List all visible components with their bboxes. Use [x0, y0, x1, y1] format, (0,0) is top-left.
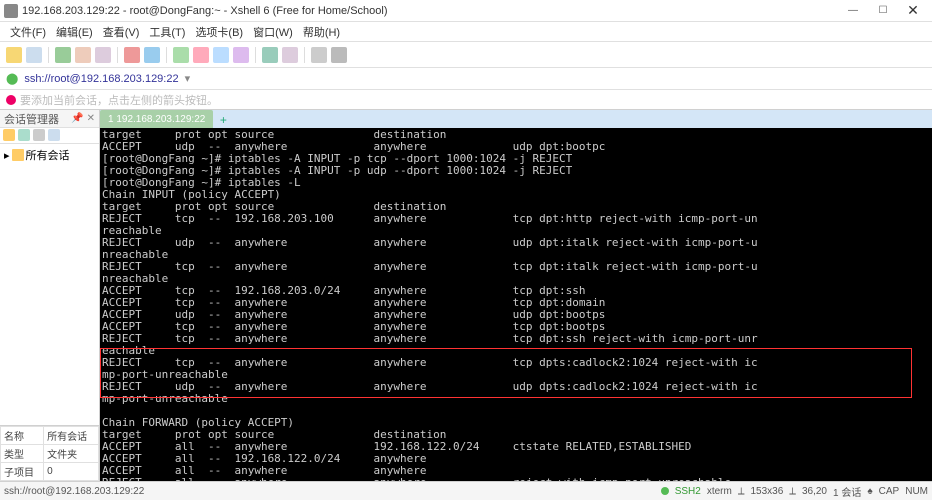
menubar: 文件(F) 编辑(E) 查看(V) 工具(T) 选项卡(B) 窗口(W) 帮助(… [0, 22, 932, 42]
tree-item-label: 所有会话 [26, 147, 70, 163]
open-icon[interactable] [26, 47, 42, 63]
prop-child-val: 0 [44, 463, 99, 481]
menu-window[interactable]: 窗口(W) [249, 24, 297, 40]
hint-text: 要添加当前会话，点击左侧的箭头按钮。 [20, 92, 218, 108]
terminal-output[interactable]: target prot opt source destination ACCEP… [100, 128, 932, 481]
sidebar-header: 会话管理器 📌 ✕ [0, 110, 99, 128]
terminal-panel: 1 192.168.203.129:22 + target prot opt s… [100, 110, 932, 481]
find-icon[interactable] [173, 47, 189, 63]
addr-bullet-icon: ⬤ [6, 72, 18, 85]
close-button[interactable]: ✕ [898, 1, 928, 21]
sidebar-tree[interactable]: ▸ 所有会话 [0, 144, 99, 425]
session-manager-panel: 会话管理器 📌 ✕ ▸ 所有会话 名称所有会话 类型文件夹 子项目0 [0, 110, 100, 481]
tunneling-icon[interactable] [213, 47, 229, 63]
sidebar-item-all-sessions[interactable]: ▸ 所有会话 [4, 146, 95, 164]
status-pos-icon: ⟂ [789, 486, 796, 497]
sidebar-toolbar [0, 128, 99, 144]
disconnect-icon[interactable] [75, 47, 91, 63]
menu-tools[interactable]: 工具(T) [145, 24, 189, 40]
prop-hdr-name: 名称 [1, 427, 44, 445]
address-bar: ⬤ ssh://root@192.168.203.129:22 ▾ [0, 68, 932, 90]
copy-icon[interactable] [124, 47, 140, 63]
properties-icon[interactable] [193, 47, 209, 63]
highlight-box [100, 348, 912, 398]
titlebar: 192.168.203.129:22 - root@DongFang:~ - X… [0, 0, 932, 22]
address-dropdown-icon[interactable]: ▾ [185, 72, 191, 85]
font-icon[interactable] [262, 47, 278, 63]
address-text[interactable]: ssh://root@192.168.203.129:22 [24, 73, 178, 85]
status-connected-icon [661, 487, 669, 495]
status-pos: 36,20 [802, 486, 827, 497]
hint-bar: 要添加当前会话，点击左侧的箭头按钮。 [0, 90, 932, 110]
sidebar-new-icon[interactable] [3, 129, 15, 141]
sidebar-delete-icon[interactable] [33, 129, 45, 141]
tab-add-button[interactable]: + [215, 112, 231, 128]
status-cap: CAP [879, 486, 900, 497]
properties-table: 名称所有会话 类型文件夹 子项目0 [0, 425, 99, 481]
maximize-button[interactable]: ☐ [868, 1, 898, 21]
prop-child-key: 子项目 [1, 463, 44, 481]
toolbar [0, 42, 932, 68]
prop-type-val: 文件夹 [44, 445, 99, 463]
prop-type-key: 类型 [1, 445, 44, 463]
sidebar-title: 会话管理器 [4, 111, 59, 127]
prop-hdr-val: 所有会话 [44, 427, 99, 445]
tab-label: 1 192.168.203.129:22 [108, 114, 205, 125]
app-icon [4, 4, 18, 18]
tree-expand-icon[interactable]: ▸ [4, 149, 10, 162]
connect-icon[interactable] [55, 47, 71, 63]
tab-bar: 1 192.168.203.129:22 + [100, 110, 932, 128]
sidebar-pin-icon[interactable]: 📌 ✕ [71, 113, 95, 124]
sidebar-refresh-icon[interactable] [48, 129, 60, 141]
status-size-icon: ⟂ [738, 486, 745, 497]
status-sess: 1 会话 [833, 484, 861, 499]
new-session-icon[interactable] [6, 47, 22, 63]
status-term: xterm [707, 486, 732, 497]
tab-session[interactable]: 1 192.168.203.129:22 [100, 110, 213, 128]
menu-option[interactable]: 选项卡(B) [191, 24, 247, 40]
status-size: 153x36 [750, 486, 783, 497]
zmodem-icon[interactable] [233, 47, 249, 63]
status-left: ssh://root@192.168.203.129:22 [4, 486, 661, 497]
color-icon[interactable] [282, 47, 298, 63]
hint-icon [6, 95, 16, 105]
menu-file[interactable]: 文件(F) [6, 24, 50, 40]
menu-view[interactable]: 查看(V) [99, 24, 144, 40]
help-icon[interactable] [331, 47, 347, 63]
settings-icon[interactable] [311, 47, 327, 63]
menu-help[interactable]: 帮助(H) [299, 24, 344, 40]
menu-edit[interactable]: 编辑(E) [52, 24, 97, 40]
sidebar-folder-icon[interactable] [18, 129, 30, 141]
window-buttons: — ☐ ✕ [838, 1, 928, 21]
status-ssh: SSH2 [675, 486, 701, 497]
status-bar: ssh://root@192.168.203.129:22 SSH2 xterm… [0, 481, 932, 500]
status-num: NUM [905, 486, 928, 497]
status-cap-icon: ♠ [867, 486, 872, 497]
reconnect-icon[interactable] [95, 47, 111, 63]
paste-icon[interactable] [144, 47, 160, 63]
window-title: 192.168.203.129:22 - root@DongFang:~ - X… [22, 5, 838, 17]
folder-icon [12, 149, 24, 161]
minimize-button[interactable]: — [838, 1, 868, 21]
